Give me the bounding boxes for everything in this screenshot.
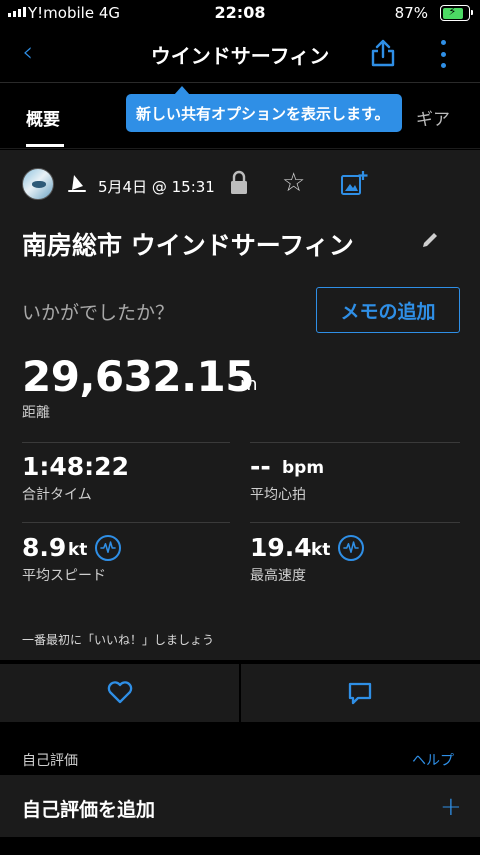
plus-icon[interactable]: +	[440, 794, 462, 820]
comment-icon[interactable]	[346, 680, 374, 706]
speed-graph-icon[interactable]	[95, 535, 121, 561]
activity-date: 5月4日 @ 15:31	[98, 178, 215, 196]
pencil-icon[interactable]	[420, 230, 440, 250]
activity-title: 南房総市 ウインドサーフィン	[22, 231, 354, 260]
max-speed-graph-icon[interactable]	[338, 535, 364, 561]
self-eval-heading: 自己評価	[22, 753, 78, 769]
like-prompt: 一番最初に「いいね！」しましょう	[22, 633, 215, 647]
windsurf-icon	[68, 175, 86, 192]
add-memo-button[interactable]: メモの追加	[316, 287, 460, 333]
more-vertical-icon[interactable]	[436, 40, 450, 68]
avg-speed-label: 平均スピード	[22, 568, 106, 584]
battery-icon	[440, 5, 473, 21]
tab-gear[interactable]: ギア	[416, 105, 450, 130]
page-title: ウインドサーフィン	[150, 44, 330, 68]
distance-label: 距離	[22, 405, 50, 421]
nav-divider	[0, 82, 480, 83]
distance-unit: m	[240, 374, 258, 395]
distance-value: 29,632.15	[22, 352, 254, 401]
max-speed-label: 最高速度	[250, 568, 306, 584]
share-options-tooltip[interactable]: 新しい共有オプションを表示します。	[126, 94, 402, 132]
divider	[22, 442, 230, 443]
divider	[22, 522, 230, 523]
battery-percent: 87%	[394, 4, 428, 22]
total-time-value: 1:48:22	[22, 452, 129, 481]
tab-divider	[0, 148, 480, 149]
share-icon[interactable]	[368, 38, 398, 68]
status-bar: Y!mobile 4G 22:08 87%	[0, 0, 480, 26]
avg-speed-unit: kt	[68, 540, 88, 560]
star-icon[interactable]: ☆	[282, 170, 305, 196]
avg-hr-unit: bpm	[282, 458, 325, 478]
max-speed-unit: kt	[311, 540, 331, 560]
heart-icon[interactable]	[106, 679, 134, 705]
add-self-eval-label: 自己評価を追加	[22, 799, 156, 821]
avg-hr-label: 平均心拍	[250, 487, 306, 503]
divider	[250, 522, 460, 523]
avg-speed-value: 8.9	[22, 533, 67, 562]
tab-overview[interactable]: 概要	[26, 105, 60, 130]
lock-icon[interactable]	[228, 170, 250, 196]
divider	[250, 442, 460, 443]
help-link[interactable]: ヘルプ	[412, 750, 454, 770]
max-speed-value: 19.4	[250, 533, 312, 562]
nav-bar: ‹ ウインドサーフィン	[0, 26, 480, 82]
tab-active-indicator	[26, 144, 64, 147]
add-photo-icon[interactable]	[340, 170, 368, 196]
avatar[interactable]	[22, 168, 54, 200]
total-time-label: 合計タイム	[22, 487, 92, 503]
avg-hr-value: --	[250, 452, 271, 481]
feeling-prompt: いかがでしたか？	[22, 302, 175, 324]
